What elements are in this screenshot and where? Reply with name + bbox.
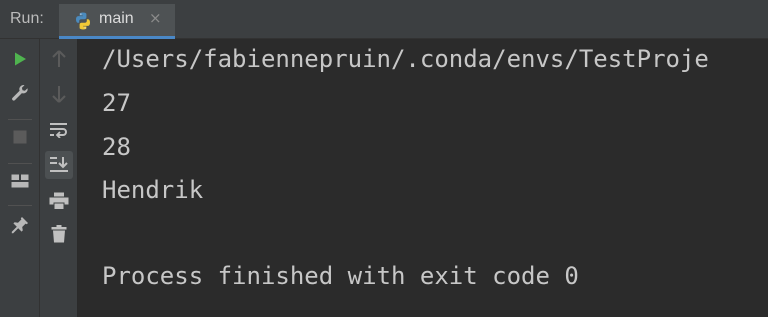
rerun-icon [15, 52, 26, 66]
next-occurrence-button[interactable] [45, 80, 73, 108]
tab-close-icon[interactable]: × [149, 9, 162, 27]
console-line: /Users/fabiennepruin/.conda/envs/TestPro… [102, 45, 709, 73]
print-icon [49, 192, 69, 210]
pin-tab-button[interactable] [6, 211, 34, 239]
print-button[interactable] [45, 187, 73, 215]
previous-occurrence-button[interactable] [45, 45, 73, 73]
scroll-to-end-icon [50, 157, 68, 172]
stop-button[interactable] [6, 123, 34, 151]
console-line: 27 [102, 89, 131, 117]
run-toolbar-primary [0, 39, 40, 317]
pin-icon [11, 217, 29, 234]
python-icon [73, 11, 93, 31]
soft-wrap-icon [50, 123, 67, 138]
toolbar-divider [8, 205, 32, 206]
wrench-icon [12, 85, 28, 101]
stop-icon [13, 130, 27, 144]
trash-icon [51, 225, 67, 243]
rerun-button[interactable] [6, 45, 34, 73]
tab-main[interactable]: main × [59, 4, 175, 39]
console-line: 28 [102, 133, 131, 161]
clear-all-button[interactable] [45, 220, 73, 248]
toolbar-divider [8, 163, 32, 164]
run-tool-window: Run: main × /Users/fabiennepruin/.conda/… [0, 0, 768, 317]
arrow-down-icon [52, 86, 66, 103]
toolbar-divider [8, 119, 32, 120]
console-output[interactable]: /Users/fabiennepruin/.conda/envs/TestPro… [78, 39, 768, 317]
console-line: Hendrik [102, 176, 204, 204]
scroll-to-end-button[interactable] [45, 151, 73, 179]
layout-icon [11, 174, 29, 188]
soft-wrap-button[interactable] [45, 116, 73, 144]
console-line: Process finished with exit code 0 [102, 262, 579, 290]
run-tab-bar: Run: main × [0, 0, 768, 39]
edit-configuration-button[interactable] [6, 79, 34, 107]
tab-main-label: main [99, 10, 134, 27]
restore-layout-button[interactable] [6, 167, 34, 195]
arrow-up-icon [52, 50, 66, 67]
run-toolbar-secondary [40, 39, 78, 317]
run-label: Run: [10, 10, 44, 27]
